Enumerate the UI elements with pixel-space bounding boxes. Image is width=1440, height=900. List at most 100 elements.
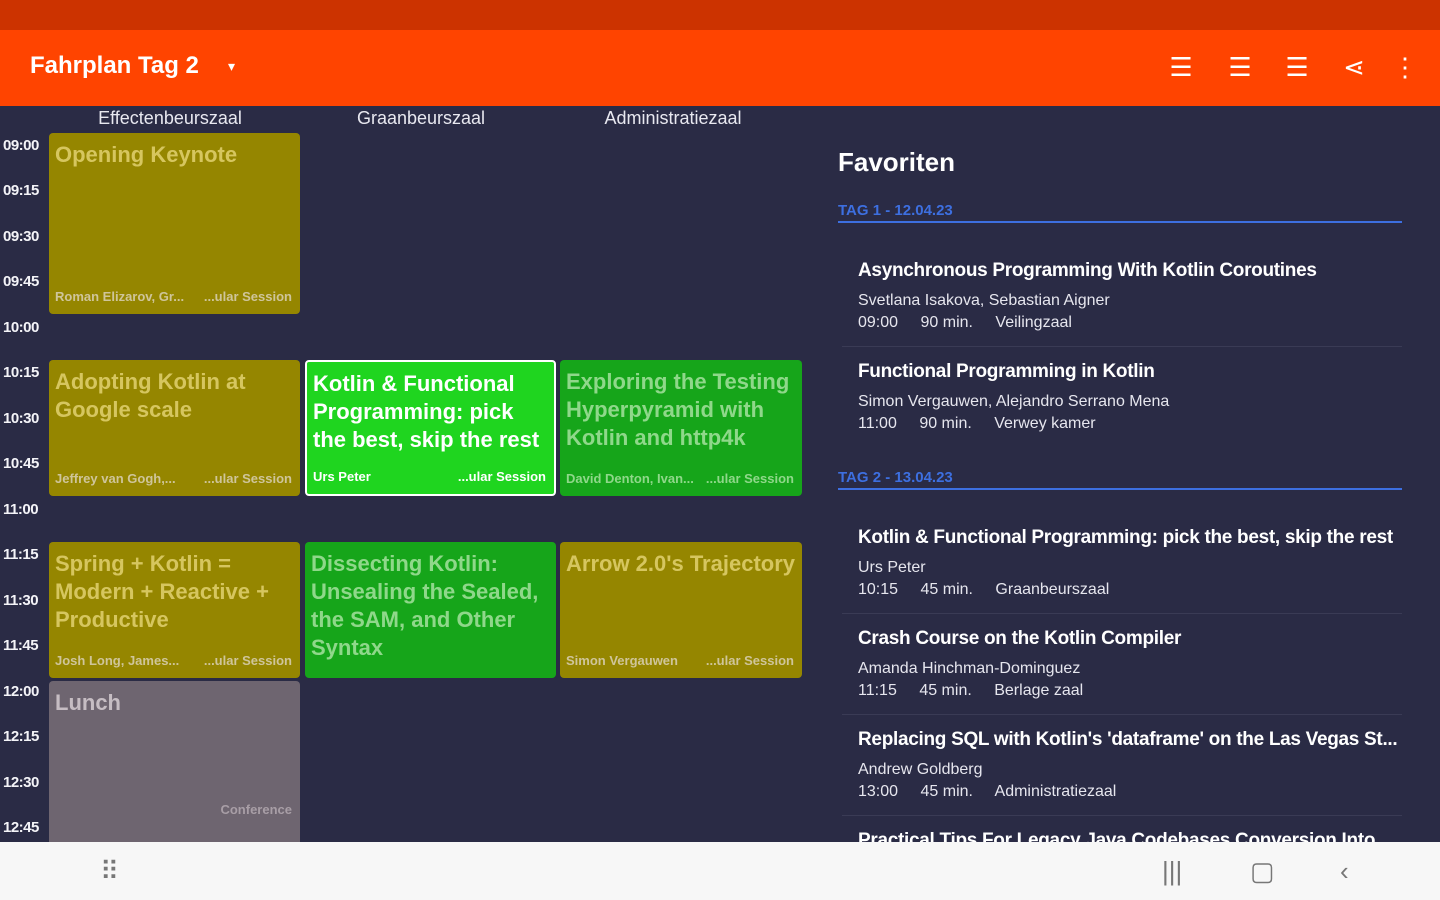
session-card[interactable]: Dissecting Kotlin: Unsealing the Sealed,… (305, 542, 556, 678)
session-card[interactable]: Exploring the Testing Hyperpyramid with … (560, 360, 802, 496)
favorite-speakers: Svetlana Isakova, Sebastian Aigner (858, 292, 1110, 309)
favorite-room: Administratiezaal (994, 783, 1117, 800)
session-type: ...ular Session (203, 471, 292, 486)
session-speakers: David Denton, Ivan... (566, 471, 694, 486)
session-card-break[interactable]: Lunch Conference (49, 681, 300, 861)
favorite-duration: 90 min. (920, 314, 973, 331)
favorite-meta: 13:00 45 min. Administratiezaal (858, 783, 1402, 801)
session-title: Arrow 2.0's Trajectory (566, 551, 796, 576)
session-type: ...ular Session (705, 653, 794, 668)
favorite-speakers: Amanda Hinchman-Dominguez (858, 660, 1081, 677)
session-title: Spring + Kotlin = Modern + Reactive + Pr… (55, 551, 269, 632)
divider (842, 613, 1402, 614)
session-title: Kotlin & Functional Programming: pick th… (313, 371, 540, 452)
session-title: Exploring the Testing Hyperpyramid with … (566, 369, 790, 450)
apps-grid-icon[interactable]: ⠿ (100, 856, 119, 887)
time-label: 09:15 (3, 182, 39, 199)
favorite-room: Graanbeurszaal (995, 581, 1110, 598)
export-list-icon[interactable]: ☰ (1280, 50, 1314, 84)
favorite-duration: 90 min. (919, 415, 972, 432)
room-header: Graanbeurszaal (356, 108, 486, 128)
favorite-speakers: Andrew Goldberg (858, 761, 983, 778)
session-card-favorite[interactable]: Kotlin & Functional Programming: pick th… (305, 360, 556, 496)
favorite-meta: 09:00 90 min. Veilingzaal (858, 314, 1402, 332)
day-section-header: TAG 2 - 13.04.23 (838, 469, 1402, 490)
time-label: 12:30 (3, 774, 39, 791)
favorite-time: 10:15 (858, 581, 899, 598)
session-type: ...ular Session (705, 471, 794, 486)
time-label: 11:30 (3, 592, 39, 609)
time-label: 11:45 (3, 637, 39, 654)
session-card[interactable]: Opening Keynote Roman Elizarov, Gr... ..… (49, 133, 300, 314)
favorite-duration: 45 min. (920, 581, 973, 598)
divider (842, 346, 1402, 347)
app-bar: Fahrplan Tag 2 ▾ ☰ ☰ ☰ ⋖ ⋮ (0, 30, 1440, 106)
favorite-title: Functional Programming in Kotlin (858, 361, 1155, 382)
status-bar (0, 0, 1440, 30)
favorite-meta: 11:00 90 min. Verwey kamer (858, 415, 1402, 433)
time-label: 10:15 (3, 364, 39, 381)
session-title: Opening Keynote (55, 142, 238, 167)
favorites-heading: Favoriten (838, 147, 956, 177)
home-icon[interactable]: ▢ (1250, 856, 1275, 887)
time-label: 09:00 (3, 137, 39, 154)
favorite-time: 11:00 (858, 415, 897, 432)
session-speakers: Simon Vergauwen (566, 653, 678, 668)
favorite-title: Replacing SQL with Kotlin's 'dataframe' … (858, 729, 1398, 750)
favorite-room: Veilingzaal (995, 314, 1072, 331)
system-nav-bar: ⠿ ||| ▢ ‹ (0, 842, 1440, 900)
favorites-panel: Favoriten TAG 1 - 12.04.23 Asynchronous … (838, 106, 1404, 842)
day-selector[interactable]: Tag 2 (138, 52, 199, 80)
favorite-duration: 45 min. (919, 682, 972, 699)
add-list-icon[interactable]: ☰ (1164, 50, 1198, 84)
schedule-grid: Effectenbeurszaal Graanbeurszaal Adminis… (0, 106, 820, 861)
app-title: Fahrplan (30, 52, 132, 79)
session-type: Conference (220, 802, 292, 817)
favorite-item[interactable]: Functional Programming in Kotlin Simon V… (858, 361, 1402, 433)
favorite-item[interactable]: Kotlin & Functional Programming: pick th… (858, 527, 1402, 599)
time-label: 12:15 (3, 728, 39, 745)
session-speakers: Urs Peter (313, 469, 371, 484)
session-title: Lunch (55, 690, 121, 715)
favorite-meta: 10:15 45 min. Graanbeurszaal (858, 581, 1402, 599)
time-label: 09:30 (3, 228, 39, 245)
room-header: Administratiezaal (604, 108, 742, 128)
favorite-speakers: Simon Vergauwen, Alejandro Serrano Mena (858, 393, 1170, 410)
favorite-item[interactable]: Replacing SQL with Kotlin's 'dataframe' … (858, 729, 1402, 801)
time-label: 11:00 (3, 501, 39, 518)
upload-list-icon[interactable]: ☰ (1223, 50, 1257, 84)
time-label: 10:00 (3, 319, 39, 336)
time-label: 11:15 (3, 546, 39, 563)
session-title: Dissecting Kotlin: Unsealing the Sealed,… (311, 551, 539, 660)
session-card[interactable]: Spring + Kotlin = Modern + Reactive + Pr… (49, 542, 300, 678)
favorite-room: Berlage zaal (994, 682, 1084, 699)
recents-icon[interactable]: ||| (1162, 856, 1182, 887)
chevron-down-icon[interactable]: ▾ (228, 58, 235, 75)
time-label: 12:45 (3, 819, 39, 836)
divider (842, 714, 1402, 715)
favorite-item[interactable]: Asynchronous Programming With Kotlin Cor… (858, 260, 1402, 332)
favorite-meta: 11:15 45 min. Berlage zaal (858, 682, 1402, 700)
favorite-item[interactable]: Crash Course on the Kotlin Compiler Aman… (858, 628, 1402, 700)
favorite-title: Asynchronous Programming With Kotlin Cor… (858, 260, 1317, 281)
time-label: 09:45 (3, 273, 39, 290)
favorite-title: Practical Tips For Legacy Java Codebases… (858, 830, 1396, 842)
session-card[interactable]: Adopting Kotlin at Google scale Jeffrey … (49, 360, 300, 496)
session-card[interactable]: Arrow 2.0's Trajectory Simon Vergauwen .… (560, 542, 802, 678)
back-icon[interactable]: ‹ (1340, 856, 1349, 887)
favorite-time: 09:00 (858, 314, 899, 331)
time-label: 12:00 (3, 683, 39, 700)
time-label: 10:30 (3, 410, 39, 427)
session-type: ...ular Session (457, 469, 546, 484)
favorite-title: Crash Course on the Kotlin Compiler (858, 628, 1182, 649)
session-speakers: Roman Elizarov, Gr... (55, 289, 185, 304)
divider (842, 815, 1402, 816)
share-icon[interactable]: ⋖ (1337, 50, 1371, 84)
session-speakers: Josh Long, James... (55, 653, 180, 668)
session-type: ...ular Session (203, 653, 292, 668)
favorite-title: Kotlin & Functional Programming: pick th… (858, 527, 1393, 548)
overflow-menu-icon[interactable]: ⋮ (1388, 50, 1422, 84)
favorite-time: 13:00 (858, 783, 899, 800)
favorite-item[interactable]: Practical Tips For Legacy Java Codebases… (858, 830, 1402, 842)
favorite-room: Verwey kamer (994, 415, 1096, 432)
